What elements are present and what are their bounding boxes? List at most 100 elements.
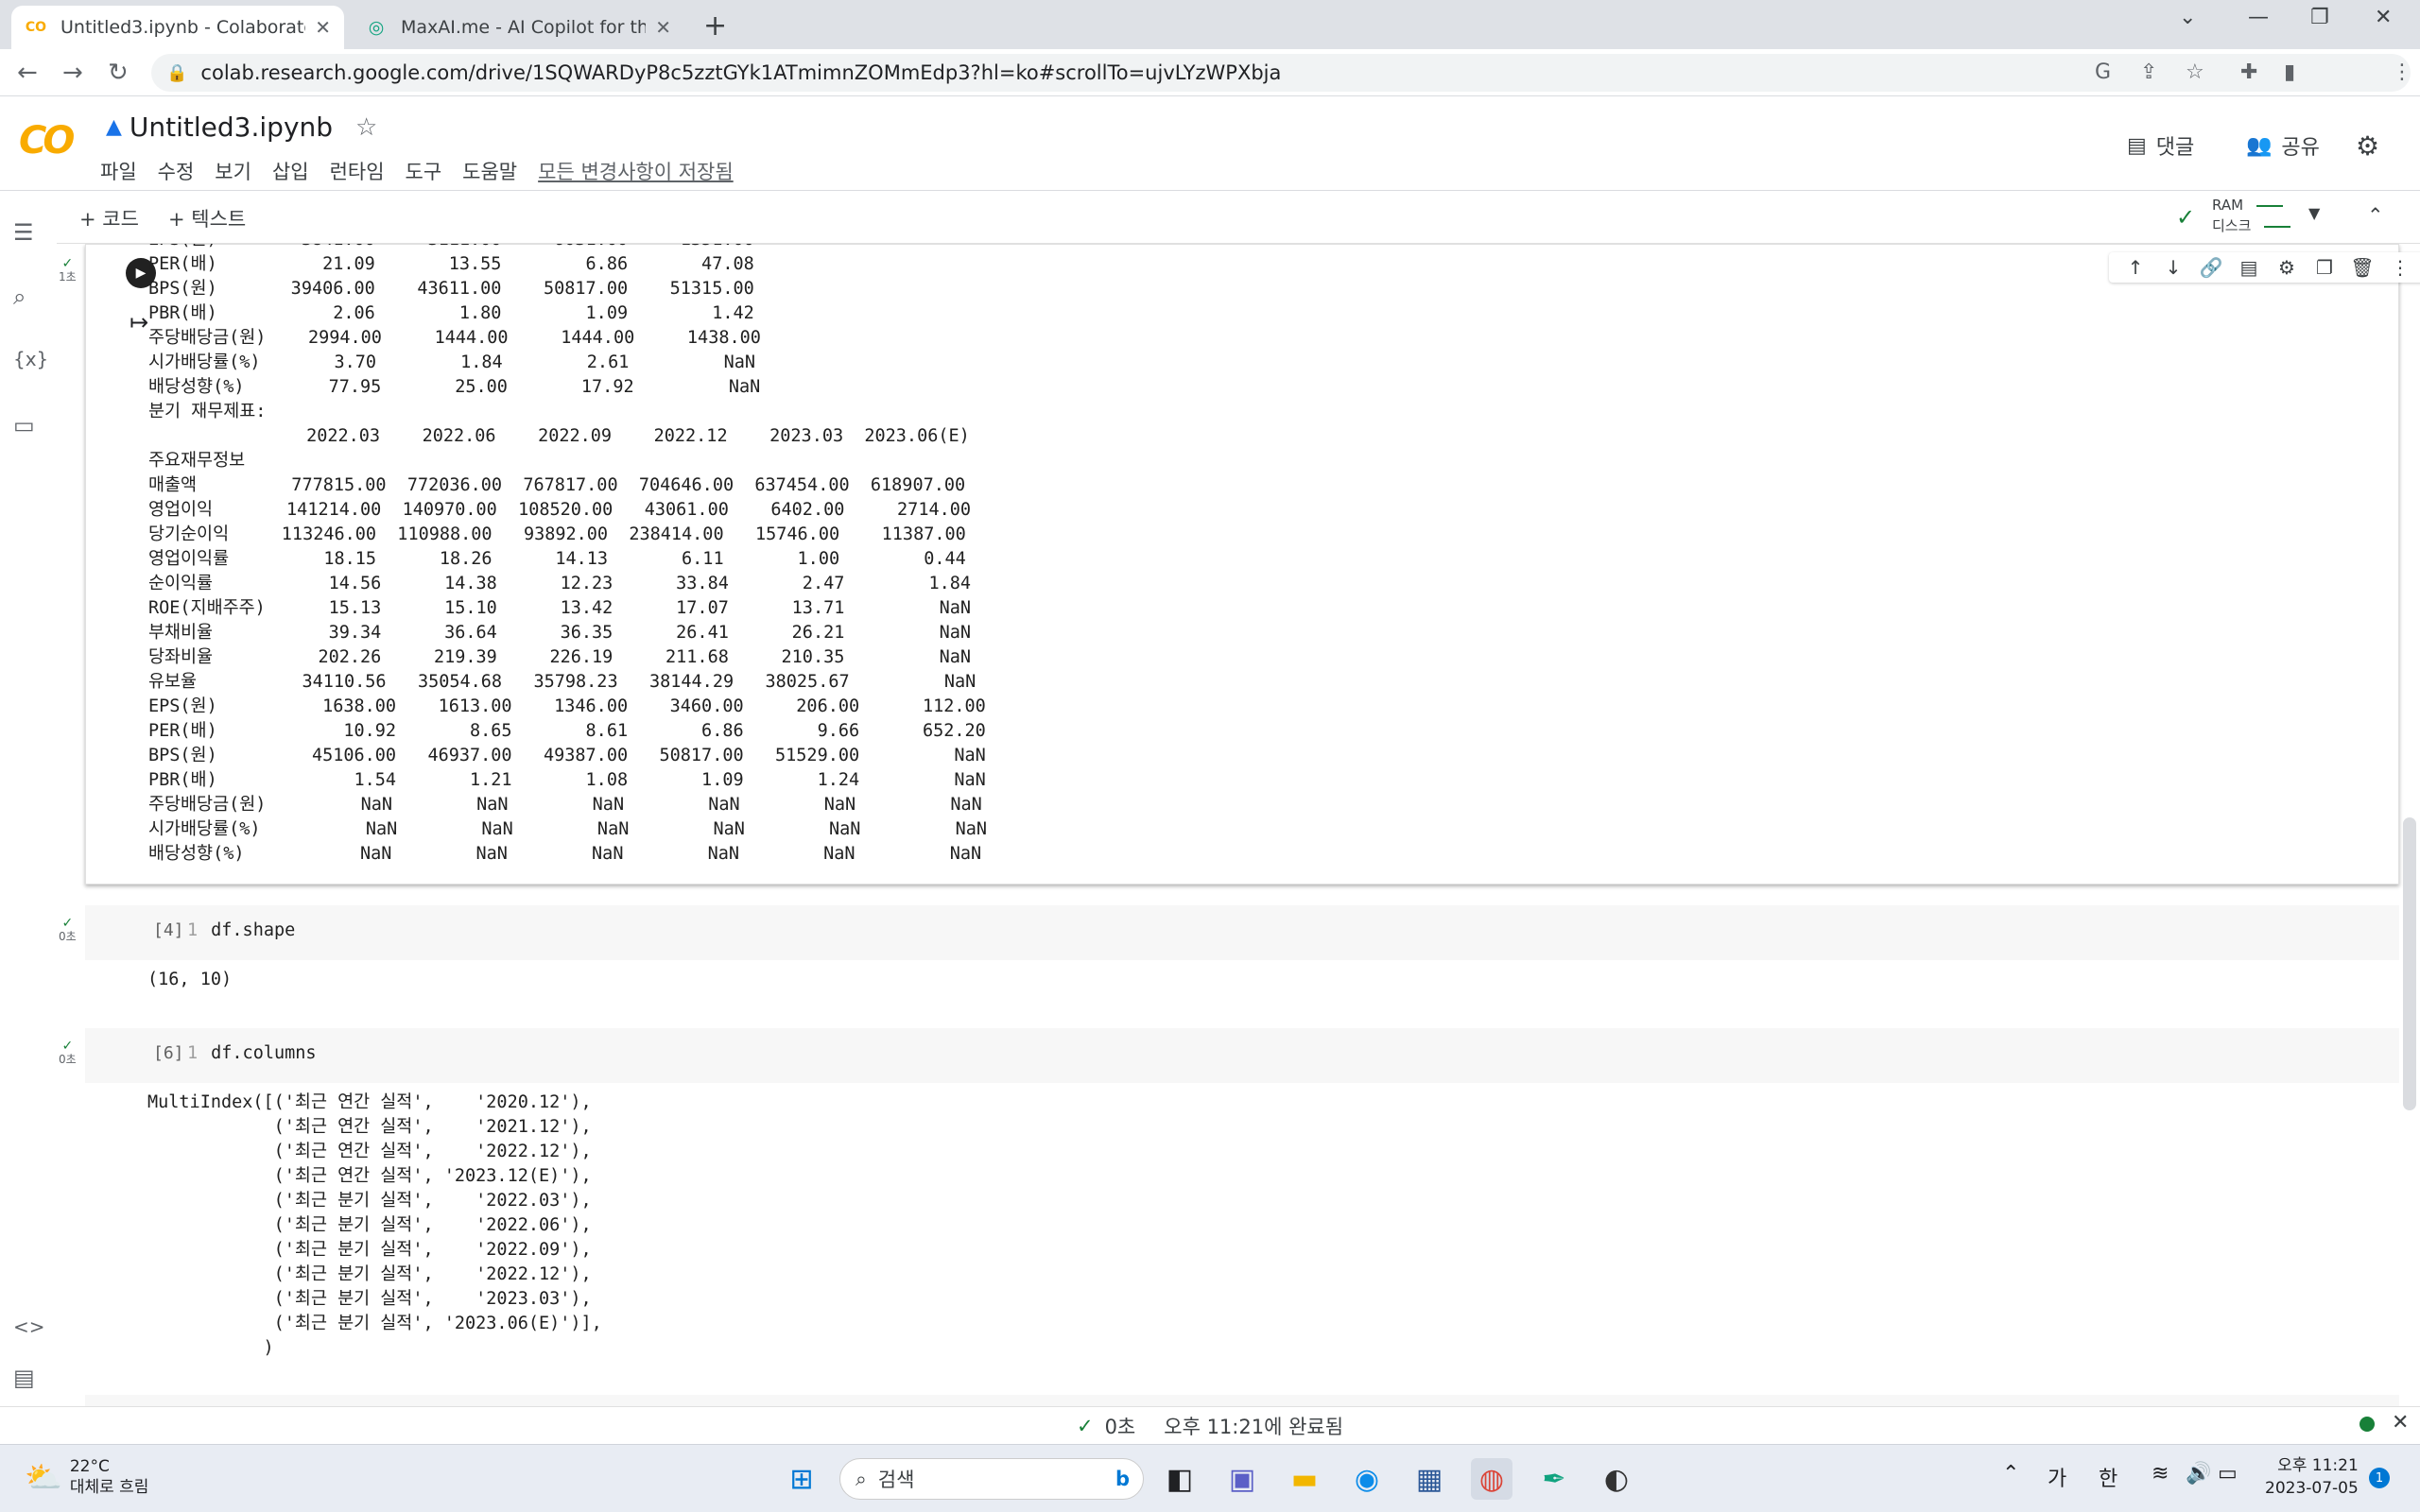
tab-colab[interactable]: CO Untitled3.ipynb - Colaboratory ✕: [11, 6, 344, 49]
tab-maxai[interactable]: ◎ MaxAI.me - AI Copilot for the W ✕: [352, 6, 684, 49]
menu-runtime[interactable]: 런타임: [330, 157, 385, 185]
colab-logo[interactable]: CO: [19, 119, 75, 163]
url-field[interactable]: 🔒 colab.research.google.com/drive/1SQWAR…: [151, 54, 2412, 92]
restore-icon[interactable]: ❐: [2310, 6, 2329, 29]
move-up-icon[interactable]: ↑: [2117, 256, 2154, 279]
edge-icon[interactable]: ◉: [1346, 1458, 1388, 1500]
new-tab-button[interactable]: +: [703, 9, 727, 43]
chevron-down-icon[interactable]: ⌄: [2179, 6, 2196, 29]
notebook-toolbar: + 코드 + 텍스트 ✓ RAM 디스크 ▼ ⌃: [0, 191, 2420, 244]
task-view-icon[interactable]: ◧: [1159, 1458, 1201, 1500]
disk-bar: [2264, 225, 2291, 228]
more-icon[interactable]: ⋮: [2381, 256, 2419, 279]
variables-icon[interactable]: {x}: [13, 348, 48, 370]
scrollbar[interactable]: [2403, 817, 2416, 1110]
ime-mode[interactable]: 가: [2048, 1462, 2066, 1492]
cell-settings-icon[interactable]: ⚙: [2268, 256, 2306, 279]
link-icon[interactable]: 🔗: [2192, 256, 2230, 279]
close-icon[interactable]: ✕: [2392, 1411, 2409, 1435]
bookmark-star-icon[interactable]: ☆: [2186, 54, 2204, 92]
people-icon: 👥: [2246, 133, 2273, 158]
menu-bar: 파일 수정 보기 삽입 런타임 도구 도움말 모든 변경사항이 저장됨: [100, 157, 754, 185]
output-icon[interactable]: ↦: [130, 309, 148, 335]
app-icon[interactable]: ✒: [1533, 1458, 1575, 1500]
file-explorer-icon[interactable]: ▬: [1284, 1458, 1325, 1500]
toc-icon[interactable]: ☰: [13, 219, 34, 246]
side-panel-icon[interactable]: ▮: [2284, 54, 2295, 92]
cell-output-text: MultiIndex([('최근 연간 실적', '2020.12'), ('최…: [147, 1092, 602, 1358]
connected-check-icon: ✓: [2176, 204, 2196, 231]
battery-icon[interactable]: ▭: [2218, 1462, 2238, 1486]
store-icon[interactable]: ▦: [1409, 1458, 1450, 1500]
weather-widget[interactable]: ⛅ 22°C 대체로 흐림: [25, 1456, 148, 1498]
address-bar: ← → ↻ 🔒 colab.research.google.com/drive/…: [0, 49, 2420, 96]
code-editor[interactable]: 1 df.shape: [187, 920, 295, 940]
code-cell[interactable]: [85, 1395, 2399, 1406]
cell-toolbar: ↑ ↓ 🔗 ▤ ⚙ ❐ 🗑 ⋮: [2109, 252, 2420, 283]
menu-tools[interactable]: 도구: [406, 157, 442, 185]
code-editor[interactable]: 1 df.columns: [187, 1043, 317, 1063]
save-status[interactable]: 모든 변경사항이 저장됨: [538, 157, 734, 185]
code-snippets-icon[interactable]: <>: [13, 1315, 45, 1338]
browser-tab-bar: CO Untitled3.ipynb - Colaboratory ✕ ◎ Ma…: [0, 0, 2420, 49]
notebook-title[interactable]: ▲ Untitled3.ipynb ☆: [106, 112, 377, 143]
menu-view[interactable]: 보기: [215, 157, 251, 185]
cell-status: ✓ 0초: [59, 1039, 77, 1066]
system-clock[interactable]: 오후 11:21 2023-07-05: [2265, 1454, 2359, 1500]
app-icon[interactable]: ◐: [1596, 1458, 1637, 1500]
notification-badge[interactable]: 1: [2369, 1468, 2390, 1488]
menu-file[interactable]: 파일: [100, 157, 137, 185]
move-down-icon[interactable]: ↓: [2154, 256, 2192, 279]
back-icon[interactable]: ←: [17, 59, 38, 87]
star-icon[interactable]: ☆: [355, 113, 377, 142]
comment-icon: ▤: [2127, 133, 2147, 158]
taskbar-search[interactable]: ⌕ 검색 b: [839, 1458, 1144, 1500]
chevron-down-icon[interactable]: ▼: [2308, 204, 2320, 222]
comment-icon[interactable]: ▤: [2230, 256, 2268, 279]
menu-help[interactable]: 도움말: [462, 157, 517, 185]
bing-icon: b: [1115, 1468, 1130, 1490]
chrome-icon[interactable]: ◍: [1471, 1458, 1512, 1500]
wifi-icon[interactable]: ≋: [2152, 1462, 2169, 1486]
close-icon[interactable]: ✕: [315, 16, 331, 39]
notebook-content: ✓1초 ▶ ↦ ↑ ↓ 🔗 ▤ ⚙ ❐ 🗑 ⋮ EPS(원) 3841.00 3…: [57, 244, 2420, 1406]
close-window-icon[interactable]: ✕: [2375, 6, 2392, 29]
teams-icon[interactable]: ▣: [1221, 1458, 1263, 1500]
forward-icon[interactable]: →: [62, 59, 83, 87]
cell-output-text: (16, 10): [147, 970, 233, 989]
execution-count: [6]: [153, 1043, 184, 1063]
windows-start-icon[interactable]: ⊞: [781, 1458, 822, 1500]
delete-icon[interactable]: 🗑: [2343, 256, 2381, 279]
windows-taskbar: ⛅ 22°C 대체로 흐림 ⊞ ⌕ 검색 b ◧ ▣ ▬ ◉ ▦ ◍ ✒ ◐ ⌃ …: [0, 1444, 2420, 1512]
add-code-button[interactable]: + 코드: [79, 204, 139, 232]
settings-gear-icon[interactable]: ⚙: [2356, 130, 2379, 162]
extensions-icon[interactable]: ✚: [2240, 54, 2257, 92]
volume-icon[interactable]: 🔊: [2186, 1462, 2211, 1486]
search-icon[interactable]: ⌕: [13, 284, 26, 310]
share-icon[interactable]: ⇪: [2140, 54, 2157, 92]
colab-header: CO ▲ Untitled3.ipynb ☆ 파일 수정 보기 삽입 런타임 도…: [0, 96, 2420, 191]
menu-edit[interactable]: 수정: [158, 157, 195, 185]
minimize-icon[interactable]: —: [2248, 6, 2269, 29]
chevron-up-icon[interactable]: ⌃: [2002, 1462, 2019, 1486]
folder-icon[interactable]: ▭: [13, 412, 35, 438]
collapse-icon[interactable]: ⌃: [2367, 204, 2384, 227]
comment-button[interactable]: ▤ 댓글: [2127, 130, 2194, 161]
reload-icon[interactable]: ↻: [108, 59, 129, 87]
status-bar: ✓ 0초 오후 11:21에 완료됨 ✕: [0, 1406, 2420, 1444]
output-cell[interactable]: ▶ ↦ ↑ ↓ 🔗 ▤ ⚙ ❐ 🗑 ⋮ EPS(원) 3841.00 3111.…: [85, 244, 2420, 885]
code-cell[interactable]: [6] 1 df.columns: [85, 1028, 2399, 1083]
close-icon[interactable]: ✕: [655, 16, 671, 39]
menu-insert[interactable]: 삽입: [272, 157, 309, 185]
share-button[interactable]: 👥 공유: [2246, 130, 2320, 161]
terminal-icon[interactable]: ▤: [13, 1365, 35, 1391]
mirror-cell-icon[interactable]: ❐: [2306, 256, 2343, 279]
browser-menu-icon[interactable]: ⋮: [2392, 54, 2412, 92]
google-icon[interactable]: G: [2095, 54, 2111, 92]
resource-monitor[interactable]: RAM 디스크: [2212, 195, 2291, 236]
code-cell[interactable]: [4] 1 df.shape: [85, 905, 2399, 960]
cell-output-text: EPS(원) 3841.00 3111.00 6031.00 1351.00 P…: [148, 244, 988, 864]
add-text-button[interactable]: + 텍스트: [168, 204, 246, 232]
left-sidebar: ☰ ⌕ {x} ▭ <> ▤: [0, 191, 57, 1444]
ime-language[interactable]: 한: [2099, 1462, 2118, 1492]
